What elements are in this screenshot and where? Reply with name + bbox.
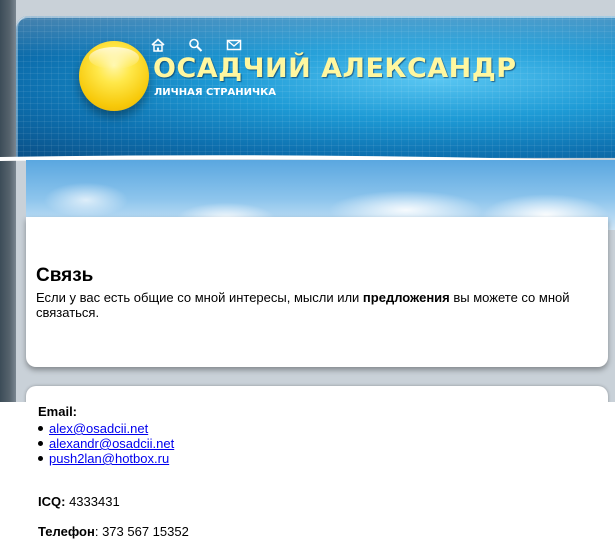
bullet xyxy=(38,441,43,446)
mail-icon[interactable] xyxy=(226,38,242,52)
email-label: Email: xyxy=(38,404,78,419)
email-list-item: alexandr@osadcii.net xyxy=(38,436,174,451)
search-icon[interactable] xyxy=(188,38,204,52)
site-header: ОСАДЧИЙ АЛЕКСАНДР ЛИЧНАЯ СТРАНИЧКА xyxy=(16,16,615,158)
header-icon-bar xyxy=(150,38,242,52)
section-text: Если у вас есть общие со мной интересы, … xyxy=(36,290,590,320)
email-list-item: alex@osadcii.net xyxy=(38,421,174,436)
email-block: Email: alex@osadcii.net alexandr@osadcii… xyxy=(38,404,174,466)
phone-row: Телефон: 373 567 15352 xyxy=(38,524,189,539)
content-panel: Связь Если у вас есть общие со мной инте… xyxy=(26,217,608,367)
content-panel-body: Связь Если у вас есть общие со мной инте… xyxy=(36,265,590,320)
phone-value: : 373 567 15352 xyxy=(94,524,189,539)
phone-label: Телефон xyxy=(38,524,95,539)
site-subtitle: ЛИЧНАЯ СТРАНИЧКА xyxy=(154,87,277,98)
email-link[interactable]: alex@osadcii.net xyxy=(49,421,148,436)
email-link[interactable]: push2lan@hotbox.ru xyxy=(49,451,169,466)
email-link[interactable]: alexandr@osadcii.net xyxy=(49,436,174,451)
section-text-start: Если у вас есть общие со мной интересы, … xyxy=(36,290,363,305)
section-title: Связь xyxy=(36,265,94,286)
section-text-bold: предложения xyxy=(362,290,450,305)
bullet xyxy=(38,426,43,431)
email-list-item: push2lan@hotbox.ru xyxy=(38,451,174,466)
email-list: alex@osadcii.net alexandr@osadcii.net pu… xyxy=(38,421,174,466)
home-icon[interactable] xyxy=(150,38,166,52)
icq-value: 4333431 xyxy=(69,494,120,509)
site-title: ОСАДЧИЙ АЛЕКСАНДР xyxy=(153,53,517,84)
icq-label: ICQ: xyxy=(38,494,66,509)
sun-logo xyxy=(79,41,149,111)
bullet xyxy=(38,456,43,461)
icq-row: ICQ: 4333431 xyxy=(38,494,120,509)
